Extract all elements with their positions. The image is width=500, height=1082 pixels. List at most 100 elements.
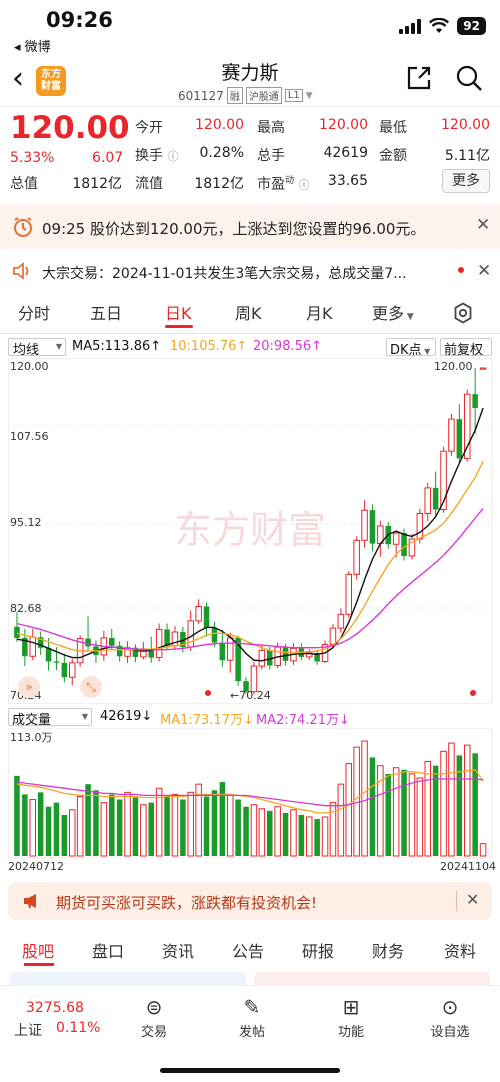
tab-monthly-k[interactable]: 月K [306, 300, 333, 324]
candle [456, 419, 463, 459]
tab-research[interactable]: 研报 [302, 938, 334, 962]
ma10-label: 10:105.76↑ [170, 339, 248, 354]
volume-bar [337, 783, 345, 857]
block-trade-text[interactable]: 大宗交易：2024-11-01共发生3笔大宗交易，总成交量7... [42, 263, 407, 283]
settings-icon[interactable] [452, 302, 474, 324]
volume-bar [164, 796, 170, 856]
price-alert-banner[interactable]: 09:25 股价达到120.00元，上涨达到您设置的96.00元。 ✕ [0, 205, 500, 249]
close-icon[interactable]: ✕ [476, 215, 490, 235]
volume-bar [180, 799, 186, 856]
candle [250, 665, 258, 693]
fullscreen-icon[interactable]: ⤡ [80, 676, 102, 698]
vol-ma2-label: MA2:74.21万↓ [256, 713, 350, 728]
info-icon[interactable]: ⓘ [167, 150, 178, 163]
volume-value: 42619 [323, 145, 368, 161]
ma5-label: MA5:113.86↑ [72, 339, 162, 354]
open-value: 120.00 [195, 117, 244, 133]
close-icon[interactable]: ✕ [466, 890, 479, 909]
volume-bar [258, 808, 266, 857]
tab-finance[interactable]: 财务 [372, 938, 404, 962]
candle [463, 393, 471, 459]
volume-bar [479, 843, 487, 857]
tab-five-day[interactable]: 五日 [90, 300, 122, 324]
volume-bar [298, 814, 305, 856]
float-value-label: 流值 [135, 176, 163, 192]
candle [155, 628, 163, 659]
active-tab-indicator [165, 325, 193, 328]
trade-button[interactable]: ⊜ 交易 [124, 995, 184, 1040]
volume-label: 总手 [257, 148, 285, 164]
candle [479, 367, 487, 370]
index-value[interactable]: 3275.68 [26, 1000, 84, 1016]
amount-label: 金额 [379, 148, 407, 164]
back-to-app-link[interactable]: ◂ 微博 [14, 36, 51, 55]
post-button[interactable]: ✎ 发帖 [222, 995, 282, 1040]
candle [361, 509, 368, 541]
tab-weekly-k[interactable]: 周K [235, 300, 262, 324]
more-button[interactable]: 更多 [442, 169, 490, 193]
volume-bar [369, 757, 376, 856]
chevron-down-icon[interactable]: ▼ [306, 91, 313, 101]
volume-bar [274, 806, 281, 857]
signal-icon [399, 18, 422, 34]
candle [61, 662, 68, 678]
candle [108, 637, 115, 646]
expand-left-icon[interactable]: » [18, 676, 40, 698]
alert-text: 09:25 股价达到120.00元，上涨达到您设置的96.00元。 [42, 220, 426, 238]
volume-value: 42619↓ [100, 709, 153, 724]
volume-bar [416, 777, 424, 857]
add-watchlist-button[interactable]: ⊙ 设自选 [420, 995, 480, 1040]
y-tick-max: 120.00 [10, 360, 49, 373]
watermark: 东方财富 [174, 508, 326, 552]
tab-more[interactable]: 更多 ▼ [372, 300, 414, 324]
volume-indicator-select[interactable]: 成交量 ▼ [8, 708, 92, 728]
promo-banner[interactable]: 期货可买涨可买跌，涨跌都有投资机会! ✕ [8, 882, 492, 920]
candle [211, 628, 218, 643]
candle [472, 394, 478, 408]
share-icon[interactable] [405, 64, 433, 92]
stock-subtitle: 601127 融 沪股通 L1 ▼ [178, 87, 313, 104]
tab-order-book[interactable]: 盘口 [92, 938, 124, 962]
index-name[interactable]: 上证 [14, 1020, 42, 1040]
volume-bar [100, 802, 108, 857]
float-value: 1812亿 [194, 176, 244, 192]
volume-bar [45, 806, 52, 856]
home-indicator [160, 1068, 340, 1073]
edit-icon: ✎ [243, 995, 261, 1019]
change-amount: 6.07 [92, 150, 124, 166]
functions-button[interactable]: ⊞ 功能 [321, 995, 381, 1040]
volume-bar [456, 755, 463, 856]
turnover-label[interactable]: 换手 ⓘ [135, 145, 178, 165]
search-icon[interactable] [455, 64, 483, 92]
candlestick-chart[interactable]: 东方财富 [8, 358, 492, 704]
volume-chart[interactable] [8, 728, 492, 858]
volume-bar [140, 804, 147, 857]
ma20-label: 20:98.56↑ [253, 339, 323, 354]
card-preview [254, 972, 490, 986]
index-percent[interactable]: 0.11% [56, 1020, 100, 1036]
close-icon[interactable]: ✕ [477, 261, 491, 281]
tab-forum[interactable]: 股吧 [22, 938, 54, 962]
volume-bar [53, 802, 60, 856]
y-tick-2: 107.56 [10, 430, 49, 443]
volume-bar [211, 790, 218, 856]
tag-connect: 沪股通 [245, 87, 282, 104]
tab-news[interactable]: 资讯 [162, 938, 194, 962]
total-value: 1812亿 [72, 176, 122, 192]
adjust-select[interactable]: 前复权 [440, 338, 492, 358]
end-date: 20241104 [440, 860, 496, 873]
tab-daily-k[interactable]: 日K [165, 300, 192, 324]
indicator-select[interactable]: 均线 ▼ [8, 338, 66, 358]
tag-margin: 融 [226, 87, 243, 104]
tab-intraday[interactable]: 分时 [18, 300, 50, 324]
event-dot[interactable] [205, 690, 211, 696]
dk-select[interactable]: DK点 ▼ [386, 338, 436, 358]
header-divider [0, 106, 500, 107]
volume-bar [219, 782, 226, 856]
candle [68, 662, 76, 678]
volume-bar [243, 806, 249, 856]
tab-profile[interactable]: 资料 [444, 938, 476, 962]
event-dot[interactable] [470, 690, 476, 696]
volume-bar [93, 790, 99, 856]
tab-announcements[interactable]: 公告 [232, 938, 264, 962]
